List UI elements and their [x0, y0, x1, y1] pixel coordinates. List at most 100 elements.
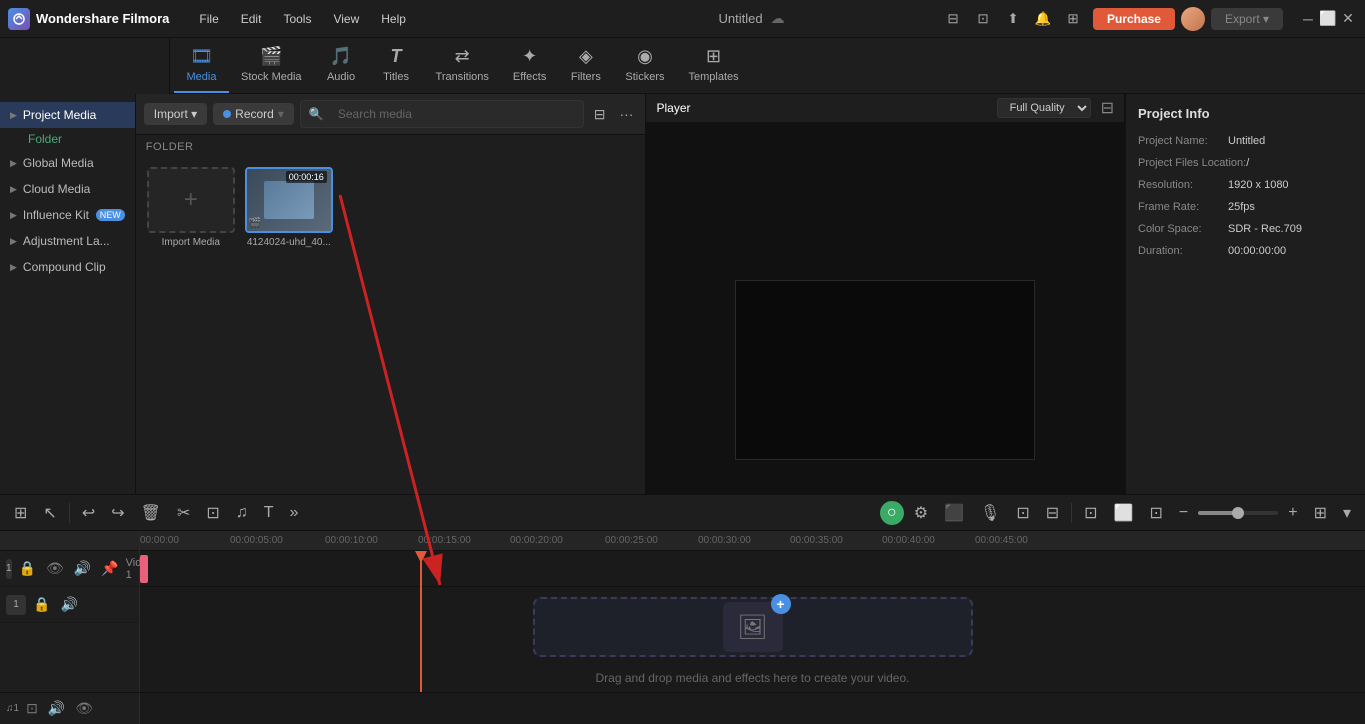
- tl-scissors-btn[interactable]: ✂: [171, 499, 196, 527]
- tl-layout-btn[interactable]: ⊞: [1308, 499, 1333, 527]
- win-minimize-btn[interactable]: ─: [1299, 10, 1317, 28]
- video-clip-pink[interactable]: [140, 555, 148, 583]
- zoom-slider[interactable]: [1198, 511, 1278, 515]
- tab-audio[interactable]: 🎵 Audio: [314, 38, 369, 93]
- tl-speed-btn[interactable]: ⊡: [1078, 499, 1103, 527]
- tab-titles[interactable]: T Titles: [369, 38, 424, 93]
- avatar[interactable]: [1181, 7, 1205, 31]
- tl-split-btn[interactable]: ⊞: [8, 499, 33, 527]
- eye-track-btn[interactable]: 👁: [43, 559, 67, 578]
- tab-effects[interactable]: ✦ Effects: [501, 38, 558, 93]
- tab-media[interactable]: 🎞 Media: [174, 38, 229, 93]
- audio-track-number-btn[interactable]: 1: [6, 595, 26, 615]
- tl-mic-btn[interactable]: 🎙: [974, 499, 1006, 527]
- search-input[interactable]: [328, 103, 575, 125]
- drop-zone-image-icon: 🖼: [737, 613, 767, 642]
- zoom-out-btn[interactable]: −: [1173, 500, 1194, 526]
- tl-clip-btn[interactable]: ⊟: [1040, 499, 1065, 527]
- import-button[interactable]: Import ▾: [144, 103, 207, 125]
- expand-viewer-btn[interactable]: ⊟: [1101, 98, 1114, 118]
- audio-mute-btn[interactable]: 🔊: [57, 595, 80, 614]
- purchase-button[interactable]: Purchase: [1093, 8, 1175, 30]
- chevron-icon-6: ▶: [10, 262, 17, 273]
- menu-tools[interactable]: Tools: [273, 8, 321, 30]
- menu-file[interactable]: File: [189, 8, 228, 30]
- mute-track-btn[interactable]: 🔊: [71, 559, 94, 578]
- transitions-tab-icon: ⇄: [455, 46, 470, 67]
- sidebar-label-project-media: Project Media: [23, 108, 125, 122]
- tl-redo-btn[interactable]: ↪: [105, 499, 130, 527]
- sidebar-item-compound-clip[interactable]: ▶ Compound Clip: [0, 254, 135, 280]
- notification-btn[interactable]: 🔔: [1029, 5, 1057, 33]
- viewer-tab-player[interactable]: Player: [656, 101, 690, 115]
- sidebar-item-project-media[interactable]: ▶ Project Media: [0, 102, 135, 128]
- lock-track-btn[interactable]: 🔒: [16, 559, 39, 578]
- tl-marker-btn[interactable]: ⬛: [938, 499, 970, 527]
- audio-row-btn1[interactable]: ⊡: [23, 699, 41, 718]
- video-track-number-btn[interactable]: 1: [6, 559, 12, 579]
- tab-stock-media[interactable]: 🎬 Stock Media: [229, 38, 314, 93]
- audio-row-btn2[interactable]: 🔊: [45, 699, 68, 718]
- grid-btn[interactable]: ⊞: [1059, 5, 1087, 33]
- tl-caption-btn[interactable]: ⊡: [1143, 499, 1168, 527]
- upload-btn[interactable]: ⬆: [999, 5, 1027, 33]
- info-label-files: Project Files Location:: [1138, 157, 1246, 169]
- tl-more-tools-btn[interactable]: »: [284, 500, 305, 526]
- menu-bar: File Edit Tools View Help: [189, 8, 564, 30]
- record-label: Record: [235, 107, 274, 121]
- project-info-title: Project Info: [1138, 106, 1353, 121]
- drop-hint-text: Drag and drop media and effects here to …: [140, 667, 1365, 689]
- tl-delete-btn[interactable]: 🗑: [135, 499, 167, 527]
- sidebar-item-cloud-media[interactable]: ▶ Cloud Media: [0, 176, 135, 202]
- menu-help[interactable]: Help: [371, 8, 416, 30]
- save-btn[interactable]: ⊡: [969, 5, 997, 33]
- tl-expand-btn[interactable]: ▾: [1337, 499, 1357, 527]
- tl-audio-btn[interactable]: ♫: [230, 500, 254, 526]
- tl-voice-btn[interactable]: ⊡: [1010, 499, 1035, 527]
- chevron-icon: ▶: [10, 110, 17, 121]
- ruler-15: 00:00:15:00: [418, 535, 471, 546]
- timeline-head-controls: 1 🔒 👁 🔊 📌 Video 1: [0, 551, 139, 587]
- sidebar-label-compound-clip: Compound Clip: [23, 260, 125, 274]
- tab-stickers[interactable]: ◉ Stickers: [613, 38, 676, 93]
- audio-track-content: [140, 693, 1365, 724]
- audio-track-header: 1 🔒 🔊: [0, 587, 139, 623]
- win-restore-btn[interactable]: ⬜: [1319, 10, 1337, 28]
- audio-lock-btn[interactable]: 🔒: [30, 595, 53, 614]
- video-thumb-overlay: 🎬: [249, 215, 261, 229]
- info-row-files: Project Files Location: /: [1138, 157, 1353, 169]
- tl-crop-btn[interactable]: ⊡: [200, 499, 225, 527]
- sidebar-item-adjustment[interactable]: ▶ Adjustment La...: [0, 228, 135, 254]
- import-media-label: Import Media: [162, 237, 220, 248]
- search-container: 🔍: [300, 100, 584, 128]
- menu-edit[interactable]: Edit: [231, 8, 272, 30]
- info-value-colorspace: SDR - Rec.709: [1228, 223, 1302, 235]
- sidebar-item-global-media[interactable]: ▶ Global Media: [0, 150, 135, 176]
- tl-add-media-btn[interactable]: ○: [880, 501, 904, 525]
- tab-audio-label: Audio: [327, 71, 355, 83]
- zoom-in-btn[interactable]: +: [1282, 500, 1303, 526]
- info-row-colorspace: Color Space: SDR - Rec.709: [1138, 223, 1353, 235]
- win-close-btn[interactable]: ✕: [1339, 10, 1357, 28]
- tl-text-btn[interactable]: T: [258, 500, 280, 526]
- record-button[interactable]: Record ▾: [213, 103, 294, 125]
- tl-select-btn[interactable]: ↖: [37, 499, 62, 527]
- audio-row-btn3[interactable]: 👁: [72, 699, 96, 718]
- export-button[interactable]: Export ▾: [1211, 8, 1283, 30]
- tab-media-label: Media: [187, 71, 217, 83]
- menu-view[interactable]: View: [323, 8, 369, 30]
- tl-screen-btn[interactable]: ⬜: [1108, 499, 1140, 527]
- sidebar-folder-name[interactable]: Folder: [0, 128, 135, 150]
- tab-filters[interactable]: ◈ Filters: [558, 38, 613, 93]
- minimize-panel-btn[interactable]: ⊟: [939, 5, 967, 33]
- tab-transitions[interactable]: ⇄ Transitions: [424, 38, 501, 93]
- quality-select[interactable]: Full Quality1/21/4: [997, 98, 1091, 118]
- filter-button[interactable]: ⊟: [590, 102, 610, 127]
- pin-track-btn[interactable]: 📌: [98, 559, 121, 578]
- tl-separator-1: [69, 503, 70, 523]
- tl-settings-btn[interactable]: ⚙: [908, 499, 934, 527]
- sidebar-item-influence-kit[interactable]: ▶ Influence Kit NEW: [0, 202, 135, 228]
- more-button[interactable]: ···: [615, 102, 637, 126]
- tl-undo-btn[interactable]: ↩: [76, 499, 101, 527]
- tab-templates[interactable]: ⊞ Templates: [676, 38, 750, 93]
